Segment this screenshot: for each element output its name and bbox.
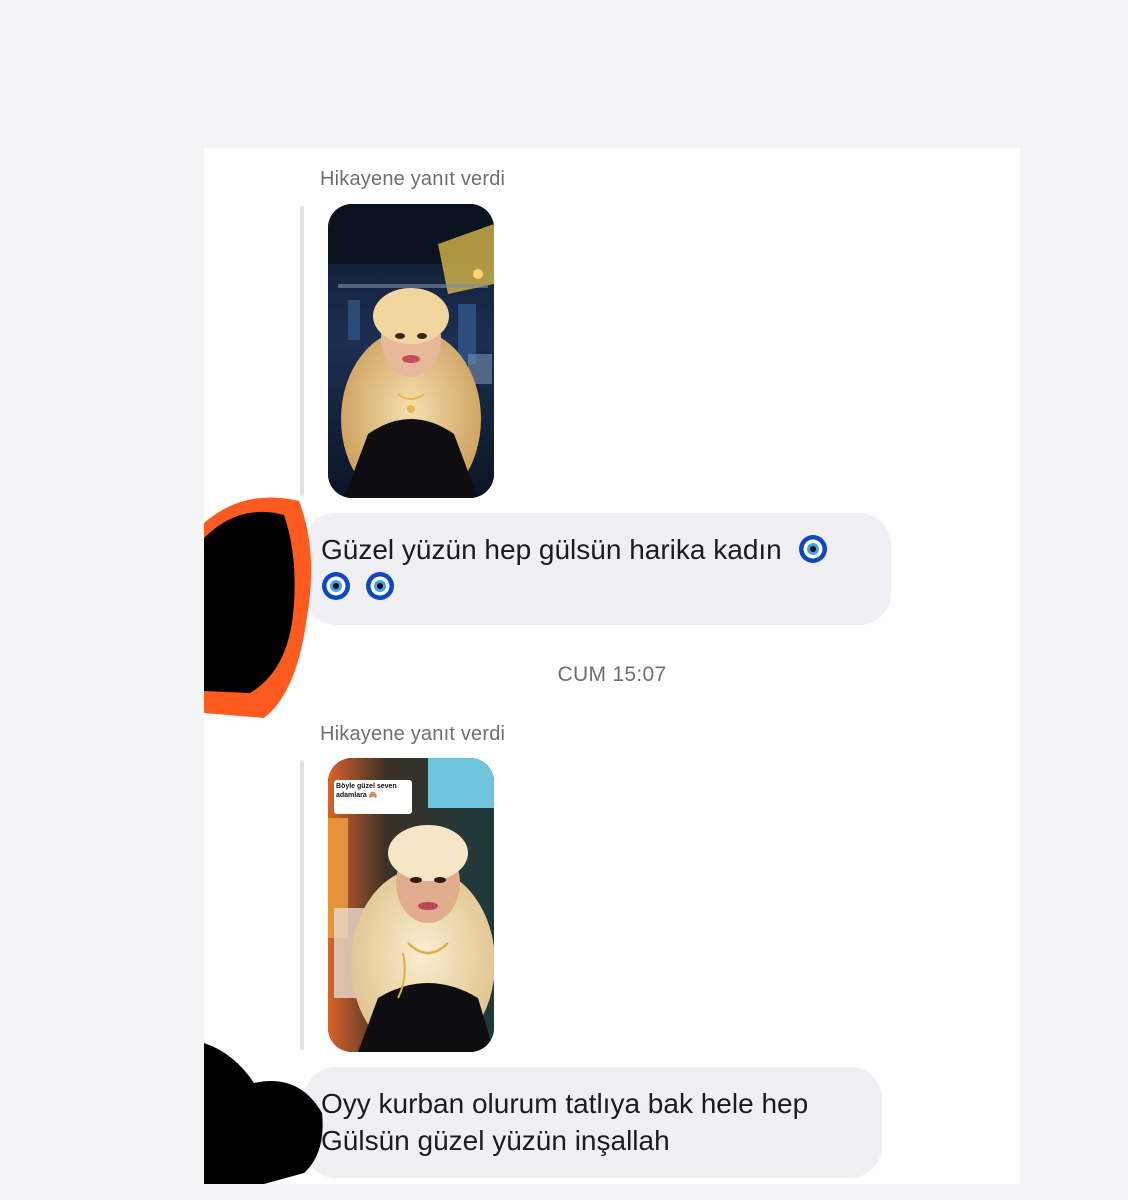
story-reply-label: Hikayene yanıt verdi (320, 723, 506, 745)
redacted-avatar (204, 1043, 324, 1184)
evil-eye-emoji-icon (321, 571, 351, 601)
message-line: Güzel yüzün hep gülsün harika kadın (321, 531, 867, 568)
timestamp: CUM 15:07 (557, 663, 667, 686)
message-text: Oyy kurban olurum tatlıya bak hele hep (321, 1088, 809, 1119)
story-reply-label: Hikayene yanıt verdi (320, 168, 506, 190)
story-reply-line (300, 206, 304, 496)
story-photo-night-portrait (328, 204, 494, 498)
evil-eye-emoji-icon (798, 534, 828, 564)
evil-eye-emoji-icon (365, 571, 395, 601)
story-photo-selfie (328, 758, 494, 1052)
story-sticker-text: Böyle güzel seven adamlara 🙈 (336, 783, 397, 799)
message-text: Güzel yüzün hep gülsün harika kadın (321, 534, 782, 565)
message-text: Gülsün güzel yüzün inşallah (321, 1125, 670, 1156)
chat-thread: Hikayene yanıt verdi Güzel yüzün hep gül… (204, 148, 1020, 1184)
story-thumbnail[interactable] (328, 204, 494, 498)
message-line (321, 568, 867, 605)
story-reply-line (300, 760, 304, 1050)
message-bubble[interactable]: Güzel yüzün hep gülsün harika kadın (304, 513, 891, 625)
message-bubble[interactable]: Oyy kurban olurum tatlıya bak hele hep G… (304, 1067, 882, 1178)
story-thumbnail[interactable]: Böyle güzel seven adamlara 🙈 (328, 758, 494, 1052)
